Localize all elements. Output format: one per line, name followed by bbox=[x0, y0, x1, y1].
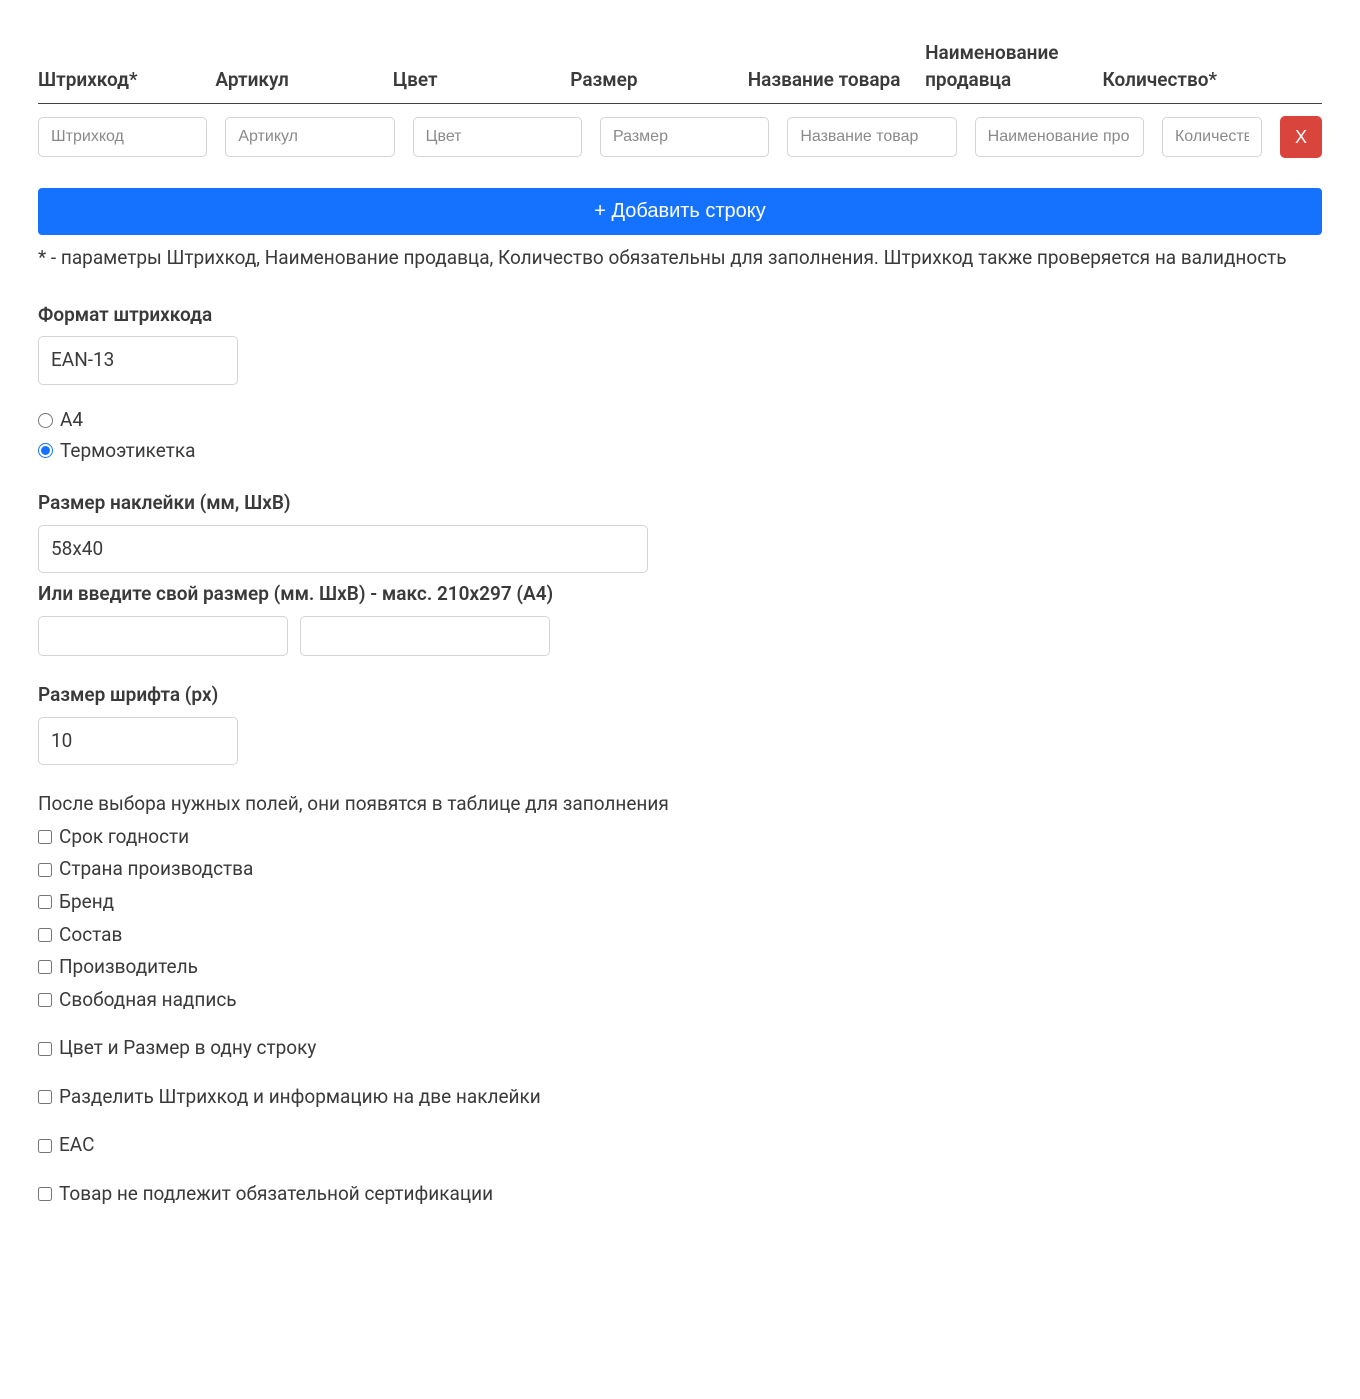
checkbox-brand-input[interactable] bbox=[38, 895, 52, 909]
header-product-name: Название товара bbox=[748, 67, 907, 94]
radio-a4-input[interactable] bbox=[38, 413, 53, 428]
checkbox-composition[interactable]: Состав bbox=[38, 922, 1322, 949]
barcode-format-select[interactable]: EAN-13 bbox=[38, 336, 238, 385]
custom-size-inputs bbox=[38, 616, 1322, 656]
seller-name-input[interactable] bbox=[975, 117, 1144, 157]
delete-row-button[interactable]: X bbox=[1280, 116, 1322, 158]
header-article: Артикул bbox=[215, 67, 374, 94]
font-size-label: Размер шрифта (px) bbox=[38, 682, 1322, 709]
checkbox-composition-input[interactable] bbox=[38, 928, 52, 942]
checkbox-no-cert-input[interactable] bbox=[38, 1187, 52, 1201]
checkbox-color-size-one-line-input[interactable] bbox=[38, 1042, 52, 1056]
checkbox-country-input[interactable] bbox=[38, 863, 52, 877]
radio-thermal-input[interactable] bbox=[38, 443, 53, 458]
checkbox-composition-label: Состав bbox=[59, 922, 122, 949]
checkbox-expiry[interactable]: Срок годности bbox=[38, 824, 1322, 851]
radio-a4[interactable]: А4 bbox=[38, 407, 1322, 434]
custom-width-input[interactable] bbox=[38, 616, 288, 656]
checkbox-split-labels-input[interactable] bbox=[38, 1090, 52, 1104]
checkbox-color-size-one-line-label: Цвет и Размер в одну строку bbox=[59, 1035, 316, 1062]
header-size: Размер bbox=[570, 67, 729, 94]
checkbox-manufacturer-label: Производитель bbox=[59, 954, 198, 981]
size-input[interactable] bbox=[600, 117, 769, 157]
checkbox-brand-label: Бренд bbox=[59, 889, 114, 916]
radio-a4-label: А4 bbox=[60, 407, 83, 434]
custom-height-input[interactable] bbox=[300, 616, 550, 656]
table-header-row: Штрихкод* Артикул Цвет Размер Название т… bbox=[38, 40, 1322, 104]
article-input[interactable] bbox=[225, 117, 394, 157]
quantity-input[interactable] bbox=[1162, 117, 1262, 157]
checkbox-free-text-input[interactable] bbox=[38, 993, 52, 1007]
radio-thermal[interactable]: Термоэтикетка bbox=[38, 438, 1322, 465]
checkbox-manufacturer[interactable]: Производитель bbox=[38, 954, 1322, 981]
checkbox-free-text[interactable]: Свободная надпись bbox=[38, 987, 1322, 1014]
checkbox-free-text-label: Свободная надпись bbox=[59, 987, 237, 1014]
checkbox-manufacturer-input[interactable] bbox=[38, 960, 52, 974]
header-quantity: Количество* bbox=[1103, 67, 1262, 94]
checkbox-country-label: Страна производства bbox=[59, 856, 253, 883]
table-input-row: X bbox=[38, 116, 1322, 158]
product-name-input[interactable] bbox=[787, 117, 956, 157]
header-barcode: Штрихкод* bbox=[38, 67, 197, 94]
print-type-radio-group: А4 Термоэтикетка bbox=[38, 407, 1322, 464]
add-row-button[interactable]: + Добавить строку bbox=[38, 188, 1322, 235]
checkbox-expiry-input[interactable] bbox=[38, 830, 52, 844]
checkbox-country[interactable]: Страна производства bbox=[38, 856, 1322, 883]
barcode-format-label: Формат штрихкода bbox=[38, 302, 1322, 329]
label-size-label: Размер наклейки (мм, ШхВ) bbox=[38, 490, 1322, 517]
checkbox-split-labels[interactable]: Разделить Штрихкод и информацию на две н… bbox=[38, 1084, 1322, 1111]
radio-thermal-label: Термоэтикетка bbox=[60, 438, 196, 465]
checkbox-eac[interactable]: EAC bbox=[38, 1132, 1322, 1159]
checkbox-eac-label: EAC bbox=[59, 1132, 94, 1159]
checkbox-expiry-label: Срок годности bbox=[59, 824, 189, 851]
checkbox-split-labels-label: Разделить Штрихкод и информацию на две н… bbox=[59, 1084, 541, 1111]
checkbox-no-cert-label: Товар не подлежит обязательной сертифика… bbox=[59, 1181, 493, 1208]
header-color: Цвет bbox=[393, 67, 552, 94]
checkbox-color-size-one-line[interactable]: Цвет и Размер в одну строку bbox=[38, 1035, 1322, 1062]
fields-helper-text: После выбора нужных полей, они появятся … bbox=[38, 791, 1322, 818]
checkbox-brand[interactable]: Бренд bbox=[38, 889, 1322, 916]
header-seller-name: Наименование продавца bbox=[925, 40, 1084, 93]
checkbox-no-cert[interactable]: Товар не подлежит обязательной сертифика… bbox=[38, 1181, 1322, 1208]
color-input[interactable] bbox=[413, 117, 582, 157]
barcode-input[interactable] bbox=[38, 117, 207, 157]
required-note: * - параметры Штрихкод, Наименование про… bbox=[38, 245, 1322, 272]
checkbox-eac-input[interactable] bbox=[38, 1139, 52, 1153]
label-size-select[interactable]: 58x40 bbox=[38, 525, 648, 574]
font-size-select[interactable]: 10 bbox=[38, 717, 238, 766]
custom-size-label: Или введите свой размер (мм. ШхВ) - макс… bbox=[38, 581, 1322, 608]
